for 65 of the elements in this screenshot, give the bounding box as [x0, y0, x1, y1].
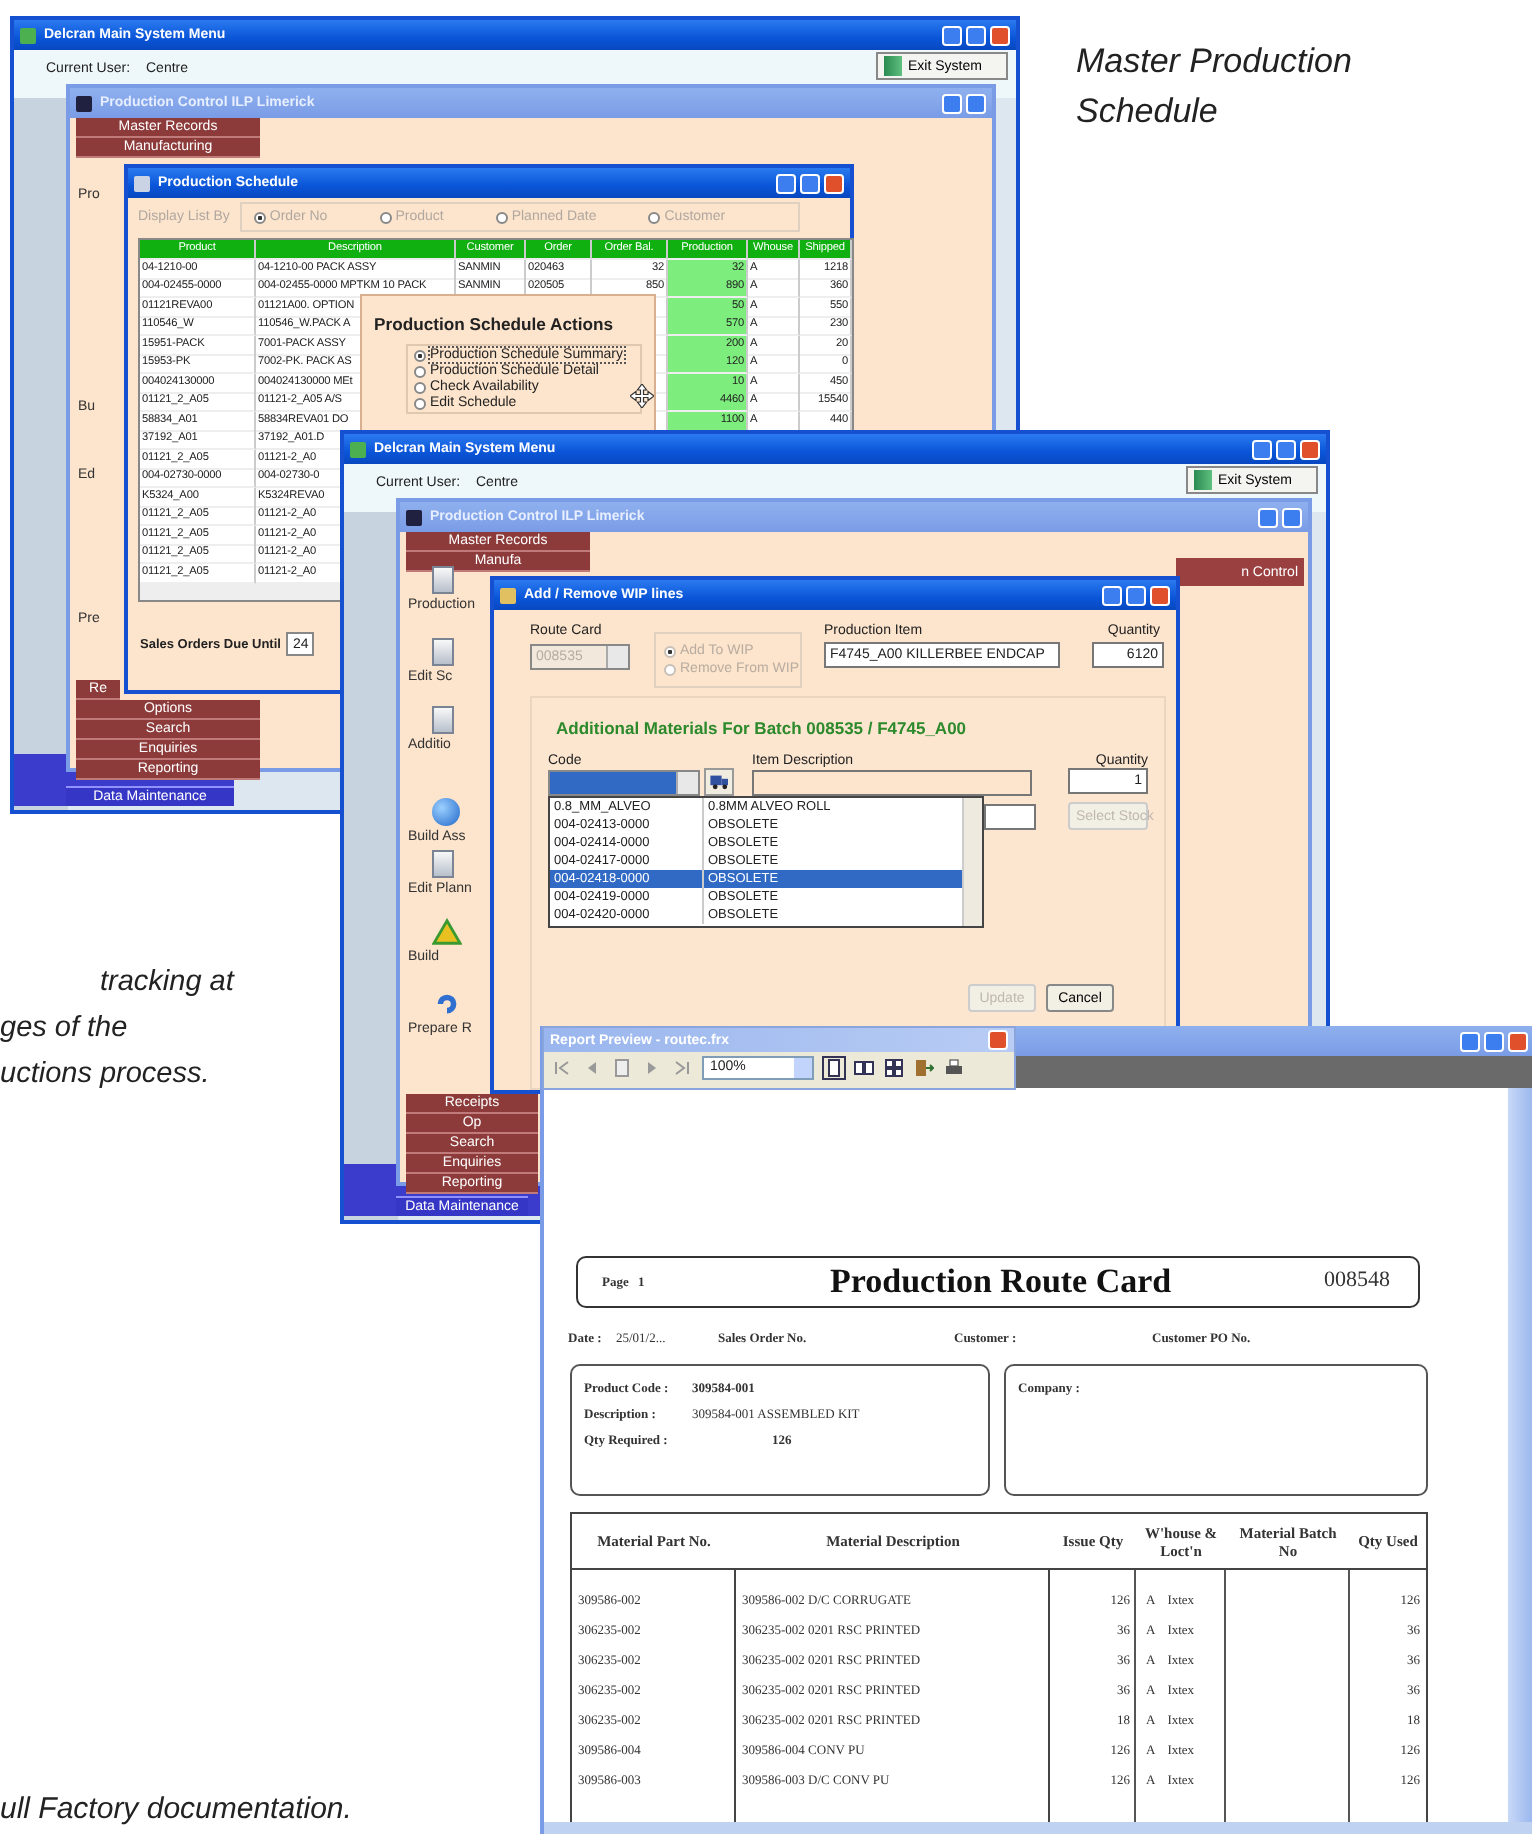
minimize-button[interactable]: [942, 25, 962, 45]
close-button[interactable]: [1300, 439, 1320, 459]
radio-button[interactable]: [414, 381, 426, 393]
close-button[interactable]: [1508, 1031, 1528, 1051]
caption-text: Master Production Schedule: [1076, 40, 1354, 134]
scrollbar[interactable]: [962, 798, 982, 926]
app-icon: [76, 95, 92, 111]
document-icon[interactable]: [432, 638, 454, 666]
document-icon[interactable]: [432, 566, 454, 594]
scrollbar[interactable]: [544, 1822, 1532, 1834]
caret-icon: [794, 1058, 812, 1078]
radio-button[interactable]: [414, 365, 426, 377]
truck-icon: [709, 774, 729, 790]
minimize-button[interactable]: [1460, 1031, 1480, 1051]
minimize-button[interactable]: [1252, 439, 1272, 459]
code-select[interactable]: [548, 770, 700, 796]
app-icon: [20, 27, 36, 43]
caption-text: tracking at ges of the uctions process.: [0, 964, 234, 1094]
close-button[interactable]: [990, 25, 1010, 45]
triangle-icon[interactable]: [432, 918, 462, 946]
maximize-button[interactable]: [1276, 439, 1296, 459]
close-button[interactable]: [824, 173, 844, 193]
close-button[interactable]: [1150, 585, 1170, 605]
lookup-button[interactable]: [704, 768, 734, 796]
caret-icon: [606, 646, 628, 668]
maximize-button[interactable]: [800, 173, 820, 193]
maximize-button[interactable]: [1282, 507, 1302, 527]
minimize-button[interactable]: [776, 173, 796, 193]
input-field[interactable]: [752, 770, 1032, 796]
caret-icon: [676, 772, 698, 794]
report-title: Production Route Card: [830, 1262, 1172, 1302]
app-icon: [350, 441, 366, 457]
app-icon: [500, 587, 516, 603]
minimize-button[interactable]: [1102, 585, 1122, 605]
card-number: 008548: [1324, 1268, 1390, 1292]
exit-icon: [884, 56, 902, 76]
swirl-icon[interactable]: [432, 990, 462, 1018]
app-icon: [406, 509, 422, 525]
first-page-icon[interactable]: [552, 1058, 572, 1078]
page-icon[interactable]: [612, 1058, 632, 1078]
two-pages-icon[interactable]: [854, 1058, 874, 1078]
document-icon[interactable]: [432, 706, 454, 734]
minimize-button[interactable]: [1258, 507, 1278, 527]
last-page-icon[interactable]: [672, 1058, 692, 1078]
app-icon: [134, 175, 150, 191]
exit-icon[interactable]: [914, 1058, 934, 1078]
scrollbar[interactable]: [1508, 1088, 1532, 1822]
maximize-button[interactable]: [1126, 585, 1146, 605]
move-cursor-icon: [630, 384, 654, 408]
minimize-button[interactable]: [942, 93, 962, 113]
section-heading: Additional Materials For Batch 008535 / F4745_A00: [556, 718, 967, 738]
exit-icon: [1194, 470, 1212, 490]
radio-button[interactable]: [414, 397, 426, 409]
single-page-icon[interactable]: [824, 1058, 844, 1078]
document-icon[interactable]: [432, 850, 454, 878]
disc-icon[interactable]: [432, 798, 460, 826]
four-pages-icon[interactable]: [884, 1058, 904, 1078]
print-icon[interactable]: [944, 1058, 964, 1078]
maximize-button[interactable]: [966, 25, 986, 45]
close-button[interactable]: [988, 1030, 1008, 1050]
caption-text: ull Factory documentation.: [0, 1792, 352, 1826]
radio-button[interactable]: [414, 349, 426, 361]
input-field[interactable]: [984, 804, 1036, 830]
maximize-button[interactable]: [966, 93, 986, 113]
maximize-button[interactable]: [1484, 1031, 1504, 1051]
